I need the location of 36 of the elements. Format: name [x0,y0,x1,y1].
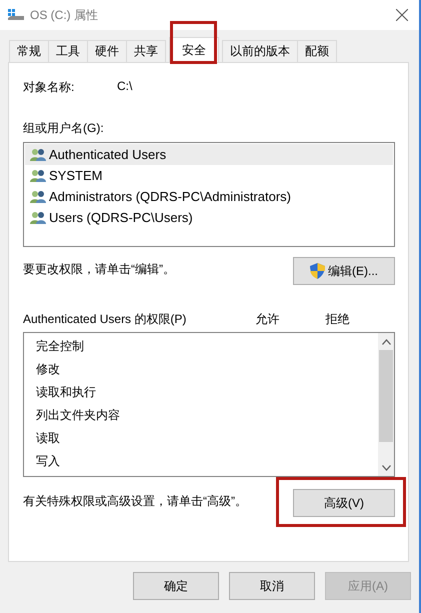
column-header: 拒绝 [325,311,350,328]
dialog-button[interactable]: 取消 [229,572,315,600]
permission-name: 写入 [36,453,60,470]
permission-name: 列出文件夹内容 [36,407,120,424]
user-item[interactable]: Authenticated Users [25,144,393,165]
user-item[interactable]: Users (QDRS-PC\Users) [25,207,393,228]
users-icon [30,148,46,162]
permission-name: 修改 [36,361,60,378]
object-name-label: 对象名称: [23,79,76,96]
scroll-up-icon[interactable] [382,338,390,344]
tab[interactable]: 共享 [126,40,166,62]
users-icon [30,190,46,204]
permissions-label: Authenticated Users 的权限(P) [23,311,188,328]
permission-name: 完全控制 [36,338,84,355]
column-header: 允许 [256,311,280,328]
users-icon [30,168,46,182]
user-item[interactable]: Administrators (QDRS-PC\Administrators) [25,186,393,207]
scrollbar[interactable] [378,333,394,476]
tab[interactable]: 以前的版本 [222,40,298,62]
scroll-down-icon[interactable] [382,464,390,470]
tab[interactable]: 常规 [9,40,49,62]
object-name-value: C:\ [117,79,132,95]
permission-name: 读取和执行 [36,384,96,401]
edit-hint: 要更改权限，请单击“编辑”。 [23,261,175,278]
advanced-button[interactable]: 高级(V) [293,489,395,517]
window-title: OS (C:) 属性 [30,6,99,24]
drive-icon [8,9,24,21]
groups-label: 组或用户名(G): [23,120,105,137]
user-item[interactable]: SYSTEM [25,165,393,186]
advanced-hint: 有关特殊权限或高级设置，请单击“高级”。 [23,493,247,510]
dialog-button[interactable]: 确定 [133,572,219,600]
permission-name: 读取 [36,430,60,447]
users-icon [30,210,46,224]
edit-button[interactable]: 编辑(E)... [293,257,395,285]
shield-icon [310,263,325,279]
tab[interactable]: 配额 [297,40,337,62]
